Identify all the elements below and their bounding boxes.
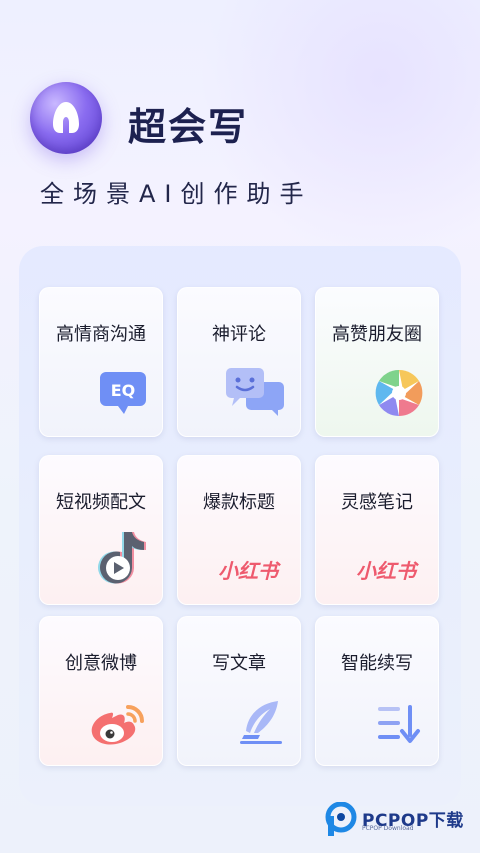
watermark-sub: PCPOP Download bbox=[362, 825, 414, 832]
feature-card-label: 高赞朋友圈 bbox=[332, 324, 422, 345]
feature-card-short-video[interactable]: 短视频配文 bbox=[39, 455, 163, 605]
feature-card-inspiration-notes[interactable]: 灵感笔记 小红书 bbox=[315, 455, 439, 605]
feature-card-creative-weibo[interactable]: 创意微博 bbox=[39, 616, 163, 766]
weibo-icon bbox=[91, 705, 144, 745]
feature-card-eq-communication[interactable]: 高情商沟通 EQ bbox=[39, 287, 163, 437]
app-tagline: 全场景AI创作助手 bbox=[40, 180, 313, 208]
xiaohongshu-logo: 小红书 bbox=[356, 559, 419, 583]
svg-text:小红书: 小红书 bbox=[356, 559, 419, 583]
video-note-icon bbox=[98, 532, 146, 584]
svg-text:EQ: EQ bbox=[111, 381, 136, 400]
svg-text:小红书: 小红书 bbox=[218, 559, 281, 583]
ai-logo-icon bbox=[30, 82, 102, 154]
feature-card-smart-continue[interactable]: 智能续写 bbox=[315, 616, 439, 766]
app-title: 超会写 bbox=[128, 105, 249, 149]
feature-card-label: 短视频配文 bbox=[56, 492, 146, 513]
feature-card-comment[interactable]: 神评论 bbox=[177, 287, 301, 437]
eq-bubble-icon: EQ bbox=[100, 372, 146, 414]
feature-card-viral-title[interactable]: 爆款标题 小红书 bbox=[177, 455, 301, 605]
camera-aperture-icon bbox=[375, 369, 423, 417]
xiaohongshu-logo: 小红书 bbox=[218, 559, 281, 583]
pcpop-watermark: PCPOP下载 PCPOP Download bbox=[324, 800, 474, 840]
feature-card-label: 写文章 bbox=[212, 653, 266, 674]
chat-bubbles-icon bbox=[226, 368, 284, 416]
feature-card-label: 智能续写 bbox=[341, 653, 413, 674]
sort-lines-icon bbox=[378, 705, 420, 743]
pcpop-logo-icon bbox=[325, 802, 357, 836]
feature-card-write-article[interactable]: 写文章 bbox=[177, 616, 301, 766]
feature-card-label: 高情商沟通 bbox=[56, 324, 146, 345]
feature-card-label: 爆款标题 bbox=[203, 492, 275, 513]
app-header: 超会写 全场景AI创作助手 bbox=[30, 82, 450, 222]
feature-card-label: 神评论 bbox=[212, 324, 266, 345]
feature-card-label: 创意微博 bbox=[65, 653, 137, 674]
feature-card-moments[interactable]: 高赞朋友圈 bbox=[315, 287, 439, 437]
feather-pen-icon bbox=[240, 701, 282, 744]
feature-card-label: 灵感笔记 bbox=[341, 492, 413, 513]
